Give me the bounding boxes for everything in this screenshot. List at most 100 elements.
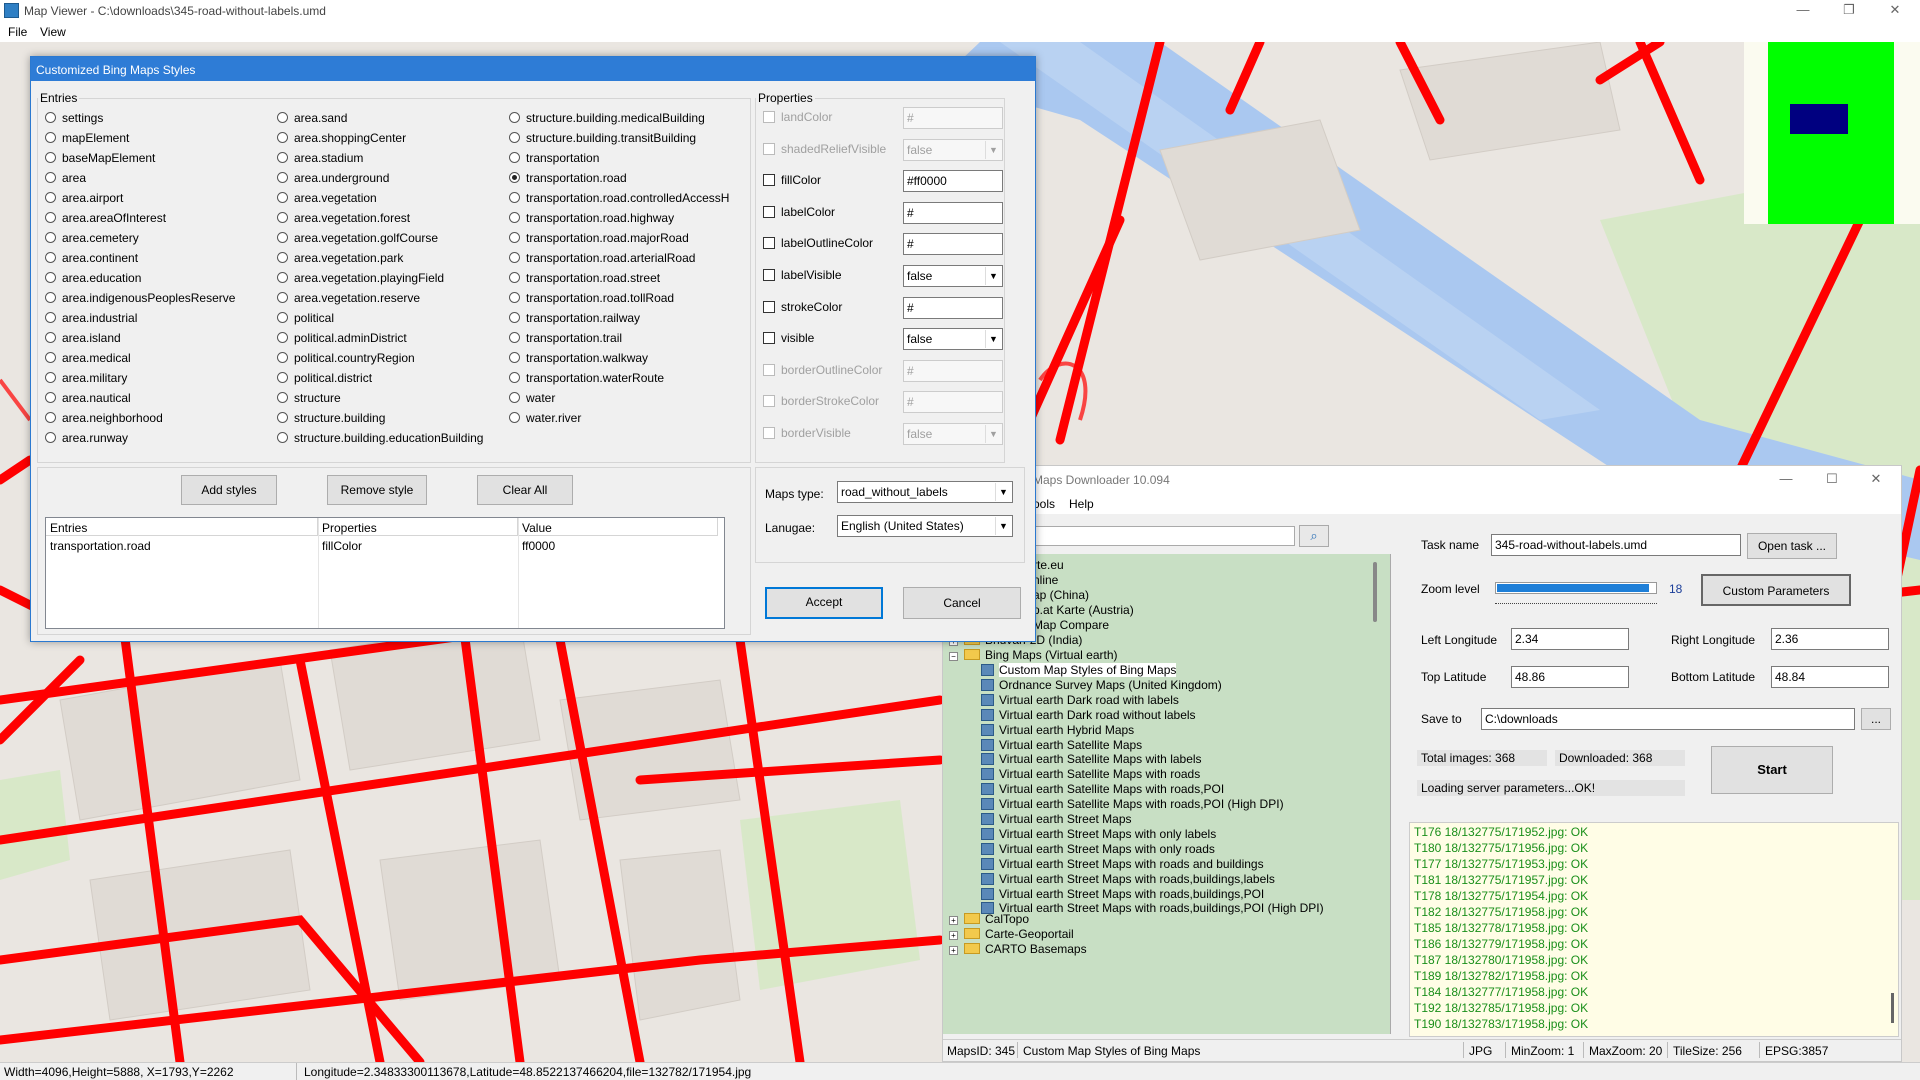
entry-radio[interactable]: transportation.railway: [509, 311, 640, 327]
entry-radio[interactable]: area.runway: [45, 431, 128, 447]
zoom-slider[interactable]: [1495, 582, 1657, 594]
entry-radio[interactable]: area.nautical: [45, 391, 131, 407]
entry-radio[interactable]: area.shoppingCenter: [277, 131, 406, 147]
entry-radio[interactable]: area.airport: [45, 191, 123, 207]
entry-radio[interactable]: area.vegetation.playingField: [277, 271, 444, 287]
entry-radio[interactable]: structure.building.educationBuilding: [277, 431, 483, 447]
entry-radio[interactable]: structure.building.medicalBuilding: [509, 111, 705, 127]
accept-button[interactable]: Accept: [765, 587, 883, 619]
property-value-input[interactable]: #: [903, 201, 1003, 224]
property-checkbox[interactable]: borderOutlineColor: [763, 363, 882, 385]
entry-radio[interactable]: area.cemetery: [45, 231, 139, 247]
entry-radio[interactable]: area.vegetation.reserve: [277, 291, 420, 307]
property-checkbox[interactable]: borderStrokeColor: [763, 394, 879, 416]
start-button[interactable]: Start: [1711, 746, 1833, 794]
entry-radio[interactable]: area.military: [45, 371, 127, 387]
entry-radio[interactable]: transportation.road.highway: [509, 211, 674, 227]
expand-icon[interactable]: +: [949, 946, 958, 955]
property-checkbox[interactable]: visible: [763, 331, 814, 353]
entry-radio[interactable]: structure: [277, 391, 341, 407]
entry-radio[interactable]: political.countryRegion: [277, 351, 415, 367]
entry-radio[interactable]: area.vegetation.forest: [277, 211, 410, 227]
entry-radio[interactable]: area.sand: [277, 111, 347, 127]
property-value-input[interactable]: #ff0000: [903, 170, 1003, 193]
property-value-input[interactable]: #: [903, 296, 1003, 319]
col-header-properties[interactable]: Properties: [318, 518, 518, 536]
entry-radio[interactable]: area.underground: [277, 171, 389, 187]
property-value-input[interactable]: #: [903, 391, 1003, 414]
expand-icon[interactable]: +: [949, 931, 958, 940]
entry-radio[interactable]: political.district: [277, 371, 372, 387]
tree-folder[interactable]: + CARTO Basemaps: [949, 940, 1087, 958]
open-task-button[interactable]: Open task ...: [1747, 533, 1837, 559]
browse-button[interactable]: ...: [1861, 708, 1891, 730]
property-checkbox[interactable]: shadedReliefVisible: [763, 142, 886, 164]
entry-radio[interactable]: area.education: [45, 271, 141, 287]
entry-radio[interactable]: baseMapElement: [45, 151, 155, 167]
downloader-menu-tools[interactable]: ools: [1033, 497, 1055, 511]
property-value-input[interactable]: #: [903, 233, 1003, 256]
clear-all-button[interactable]: Clear All: [477, 475, 573, 505]
entry-radio[interactable]: area.neighborhood: [45, 411, 163, 427]
entry-radio[interactable]: transportation.waterRoute: [509, 371, 664, 387]
entry-radio[interactable]: transportation.road.majorRoad: [509, 231, 689, 247]
property-value-input[interactable]: false ▼: [903, 423, 1003, 445]
entry-radio[interactable]: area.industrial: [45, 311, 137, 327]
log-scrollbar[interactable]: [1891, 993, 1894, 1023]
entry-radio[interactable]: settings: [45, 111, 103, 127]
property-checkbox[interactable]: labelOutlineColor: [763, 236, 873, 258]
col-header-value[interactable]: Value: [518, 518, 718, 536]
entry-radio[interactable]: area.vegetation: [277, 191, 377, 207]
custom-parameters-button[interactable]: Custom Parameters: [1701, 574, 1851, 606]
entry-radio[interactable]: structure.building: [277, 411, 385, 427]
property-checkbox[interactable]: landColor: [763, 110, 832, 132]
cancel-button[interactable]: Cancel: [903, 587, 1021, 619]
right-longitude-input[interactable]: 2.36: [1771, 628, 1889, 650]
language-select[interactable]: English (United States) ▼: [837, 515, 1013, 537]
table-cell-entry[interactable]: transportation.road: [46, 538, 155, 556]
entry-radio[interactable]: area.indigenousPeoplesReserve: [45, 291, 235, 307]
save-to-input[interactable]: C:\downloads: [1481, 708, 1855, 730]
property-value-input[interactable]: #: [903, 359, 1003, 382]
entry-radio[interactable]: transportation: [509, 151, 599, 167]
downloader-menu-help[interactable]: Help: [1069, 497, 1094, 511]
entry-radio[interactable]: transportation.road: [509, 171, 627, 187]
entry-radio[interactable]: area.vegetation.golfCourse: [277, 231, 438, 247]
left-longitude-input[interactable]: 2.34: [1511, 628, 1629, 650]
property-value-input[interactable]: false ▼: [903, 265, 1003, 287]
table-cell-property[interactable]: fillColor: [318, 538, 366, 556]
entry-radio[interactable]: area.island: [45, 331, 121, 347]
property-checkbox[interactable]: strokeColor: [763, 300, 842, 322]
entry-radio[interactable]: area.areaOfInterest: [45, 211, 166, 227]
entry-radio[interactable]: area.continent: [45, 251, 138, 267]
bottom-latitude-input[interactable]: 48.84: [1771, 666, 1889, 688]
entry-radio[interactable]: water: [509, 391, 555, 407]
entry-radio[interactable]: transportation.road.tollRoad: [509, 291, 674, 307]
entry-radio[interactable]: political: [277, 311, 334, 327]
property-checkbox[interactable]: borderVisible: [763, 426, 851, 448]
col-header-entries[interactable]: Entries: [46, 518, 318, 536]
entry-radio[interactable]: area.stadium: [277, 151, 363, 167]
table-cell-value[interactable]: ff0000: [518, 538, 559, 556]
remove-style-button[interactable]: Remove style: [327, 475, 427, 505]
property-checkbox[interactable]: labelColor: [763, 205, 835, 227]
downloader-close-button[interactable]: ✕: [1853, 469, 1899, 491]
entry-radio[interactable]: transportation.road.arterialRoad: [509, 251, 695, 267]
top-latitude-input[interactable]: 48.86: [1511, 666, 1629, 688]
entry-radio[interactable]: mapElement: [45, 131, 129, 147]
entry-radio[interactable]: structure.building.transitBuilding: [509, 131, 696, 147]
download-log[interactable]: T176 18/132775/171952.jpg: OK T180 18/132…: [1409, 822, 1899, 1037]
property-checkbox[interactable]: labelVisible: [763, 268, 842, 290]
minimap-viewport[interactable]: [1790, 104, 1848, 134]
property-value-input[interactable]: #: [903, 107, 1003, 129]
styles-table[interactable]: Entries Properties Value transportation.…: [45, 517, 725, 629]
downloader-maximize-button[interactable]: ☐: [1809, 469, 1855, 491]
collapse-icon[interactable]: −: [949, 652, 958, 661]
tree-map-item[interactable]: Virtual earth Street Maps with roads,bui…: [981, 899, 1324, 917]
task-name-input[interactable]: 345-road-without-labels.umd: [1491, 534, 1741, 556]
entry-radio[interactable]: transportation.road.street: [509, 271, 660, 287]
maps-type-select[interactable]: road_without_labels ▼: [837, 481, 1013, 503]
close-button[interactable]: ✕: [1872, 0, 1918, 22]
tree-search-input[interactable]: [1033, 526, 1295, 546]
downloader-minimize-button[interactable]: —: [1763, 469, 1809, 491]
